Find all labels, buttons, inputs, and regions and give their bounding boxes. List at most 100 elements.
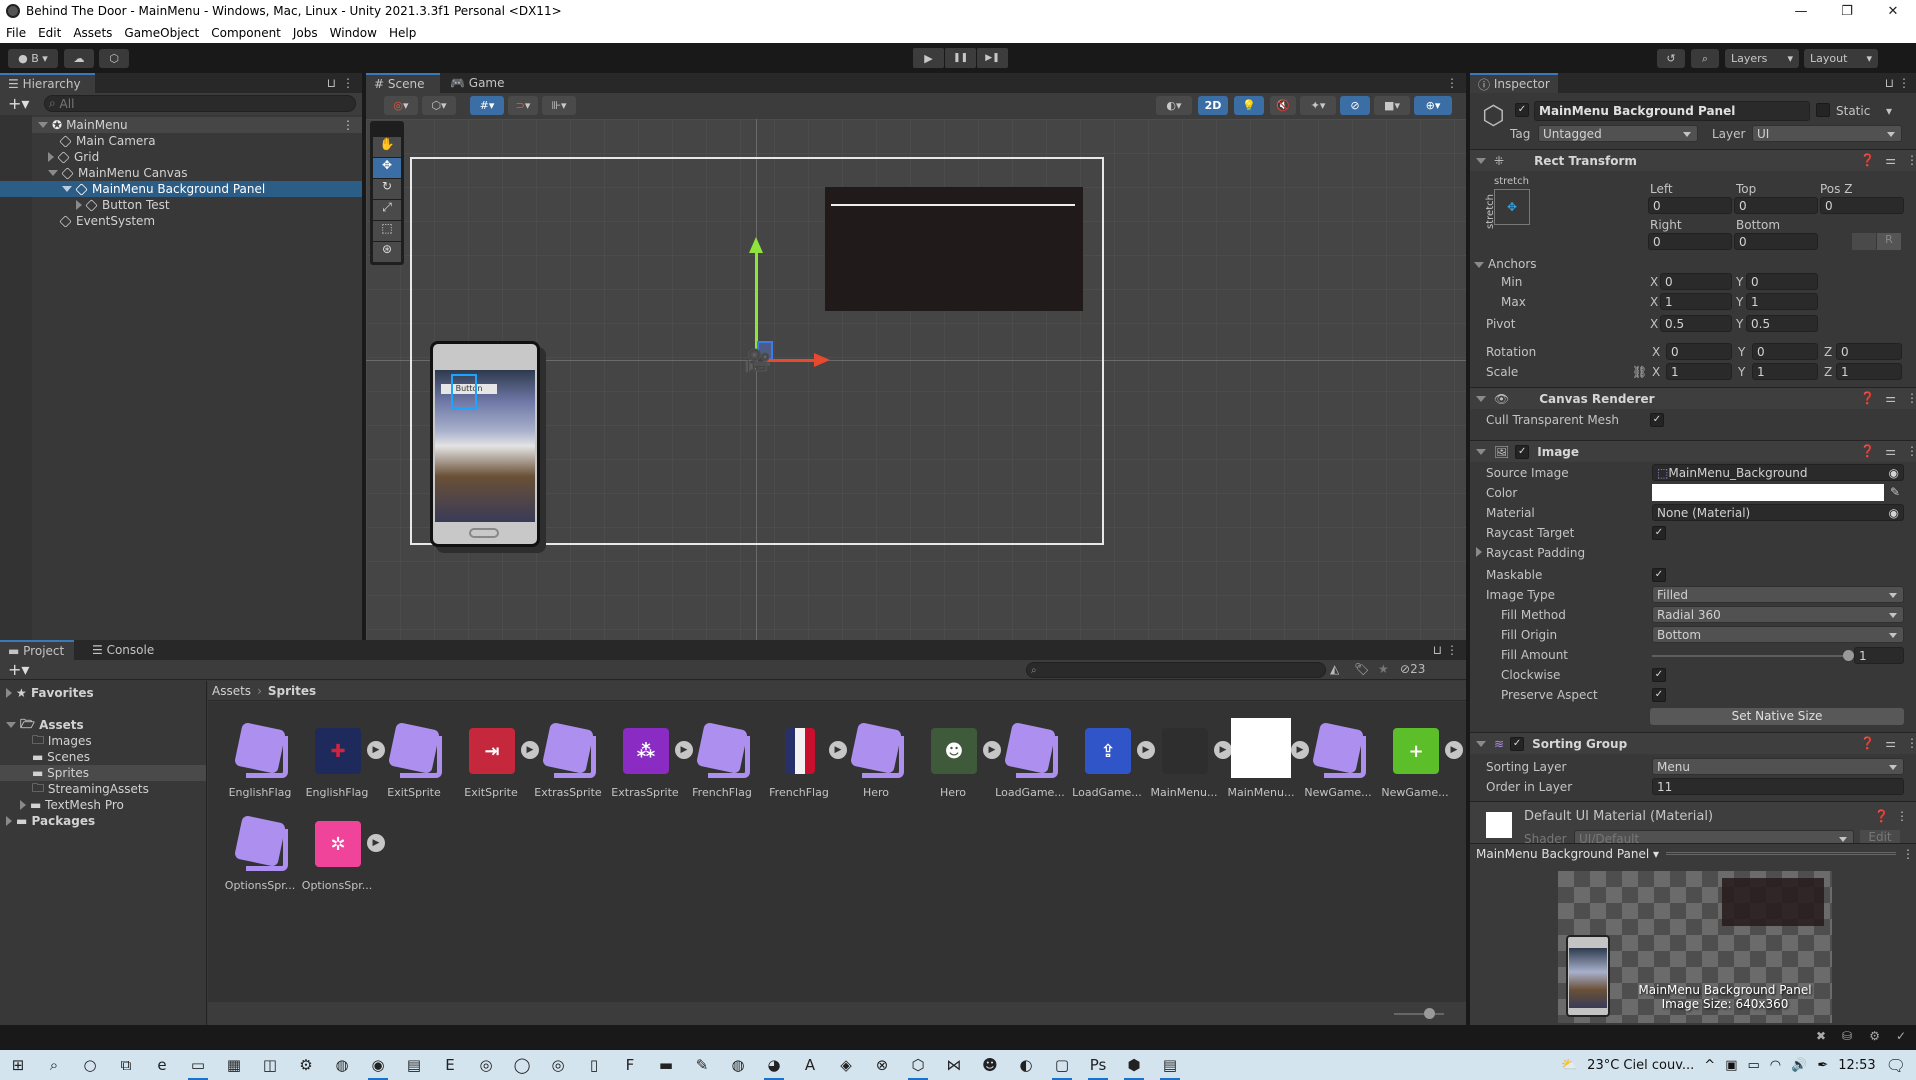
expand-arrow-icon[interactable]	[48, 170, 58, 176]
step-button[interactable]: ▶❚	[977, 48, 1008, 68]
tree-item-scenes[interactable]: ▬ Scenes	[32, 749, 90, 765]
hierarchy-item-eventsystem[interactable]: EventSystem	[59, 213, 155, 229]
more-menu-icon[interactable]: ⋮	[1906, 391, 1916, 405]
taskbar-cortana-icon[interactable]: ○	[72, 1050, 108, 1080]
asset-item[interactable]: NewGame...	[1298, 721, 1378, 799]
taskbar-news-icon[interactable]: ▤	[396, 1050, 432, 1080]
help-icon[interactable]: ❓	[1860, 153, 1875, 167]
image-enabled-checkbox[interactable]: ✓	[1515, 444, 1530, 459]
image-component-header[interactable]: 🖼 ✓ Image ❓ ⚌ ⋮	[1470, 440, 1916, 462]
help-icon[interactable]: ❓	[1860, 391, 1875, 405]
cloud-button[interactable]: ☁	[64, 49, 94, 68]
taskbar-epic-icon[interactable]: E	[432, 1050, 468, 1080]
notifications-icon[interactable]: 🗨	[1886, 1056, 1906, 1075]
asset-item[interactable]: ▶ FrenchFlag	[759, 722, 847, 799]
more-menu-icon[interactable]: ⋮	[1896, 809, 1908, 823]
pivot-x-input[interactable]: 0.5	[1660, 315, 1732, 332]
collapse-arrow-icon[interactable]	[1476, 395, 1486, 402]
more-menu-icon[interactable]: ⋮	[1906, 736, 1916, 750]
raycast-padding-foldout[interactable]: Raycast Padding	[1476, 546, 1585, 560]
more-menu-icon[interactable]: ⋮	[1906, 444, 1916, 458]
breadcrumb-sprites[interactable]: Sprites	[268, 684, 316, 698]
raw-edit-button[interactable]: R	[1877, 233, 1901, 250]
debug-off-icon[interactable]: ✖	[1816, 1029, 1826, 1043]
anchors-foldout[interactable]: Anchors	[1474, 257, 1537, 271]
audio-toggle[interactable]: 🔇	[1270, 96, 1296, 115]
icon-size-slider-thumb[interactable]	[1424, 1008, 1435, 1019]
minimize-button[interactable]: —	[1778, 0, 1824, 22]
clockwise-checkbox[interactable]: ✓	[1652, 668, 1666, 682]
asset-item[interactable]: ▶ MainMenu...	[1221, 718, 1309, 799]
taskbar-windows-icon[interactable]: ⊞	[0, 1050, 36, 1080]
2d-mode-toggle[interactable]: 2D	[1198, 96, 1228, 115]
preview-title-dropdown[interactable]: MainMenu Background Panel ▾	[1476, 847, 1659, 861]
fill-amount-input[interactable]: 1	[1854, 647, 1904, 664]
source-image-field[interactable]: ⬚ MainMenu_Background ◉	[1652, 464, 1904, 481]
wifi-icon[interactable]: ◠	[1770, 1058, 1781, 1073]
asset-item[interactable]: ExitSprite	[374, 721, 454, 799]
tree-item-packages[interactable]: ▬ Packages	[6, 813, 95, 829]
presets-icon[interactable]: ⚌	[1885, 736, 1896, 750]
scale-z-input[interactable]: 1	[1836, 363, 1902, 380]
tray-overflow-icon[interactable]: ^	[1704, 1058, 1715, 1073]
expand-arrow-icon[interactable]	[20, 800, 26, 810]
expand-arrow-icon[interactable]	[38, 122, 48, 128]
more-menu-icon[interactable]: ⋮	[342, 76, 354, 90]
scale-tool-button[interactable]: ⤢	[373, 200, 401, 220]
account-dropdown[interactable]: ● B ▾	[8, 49, 58, 68]
sorting-group-enabled-checkbox[interactable]: ✓	[1510, 736, 1525, 751]
asset-item[interactable]: ✲ ▶ OptionsSpr...	[297, 815, 385, 892]
taskbar-unity-hub-icon[interactable]: ⬡	[900, 1050, 936, 1080]
restore-button[interactable]: ❐	[1824, 0, 1870, 22]
taskbar-app-box-icon[interactable]: ▢	[1044, 1050, 1080, 1080]
rotation-y-input[interactable]: 0	[1752, 343, 1818, 360]
cache-server-icon[interactable]: ⛁	[1842, 1029, 1852, 1043]
hierarchy-item-button-test[interactable]: Button Test	[76, 197, 170, 213]
rect-transform-header[interactable]: ⁜ Rect Transform ❓ ⚌ ⋮	[1470, 149, 1916, 171]
search-button[interactable]: ⌕	[1691, 49, 1719, 68]
taskbar-unity-icon[interactable]: ⬢	[1116, 1050, 1152, 1080]
raycast-target-checkbox[interactable]: ✓	[1652, 526, 1666, 540]
tab-scene[interactable]: # Scene	[366, 73, 440, 93]
taskbar-monitor-icon[interactable]: ◫	[252, 1050, 288, 1080]
material-field[interactable]: None (Material) ◉	[1652, 504, 1904, 521]
preserve-aspect-checkbox[interactable]: ✓	[1652, 688, 1666, 702]
eyedropper-icon[interactable]: ✎	[1890, 485, 1900, 499]
increment-snap-dropdown[interactable]: ⊪ ▾	[542, 96, 576, 115]
menu-window[interactable]: Window	[324, 26, 383, 40]
taskbar-discord-icon[interactable]: ◕	[756, 1050, 792, 1080]
menu-help[interactable]: Help	[383, 26, 422, 40]
search-by-label-icon[interactable]: 🏷	[1354, 662, 1369, 676]
camera-gizmo-icon[interactable]: 🎥	[744, 349, 771, 374]
presets-icon[interactable]: ⚌	[1885, 153, 1896, 167]
hand-tool-button[interactable]: ✋	[373, 137, 401, 157]
order-in-layer-input[interactable]: 11	[1652, 778, 1904, 795]
asset-item[interactable]: LoadGame...	[990, 721, 1070, 799]
taskbar-folder-icon[interactable]: ▬	[648, 1050, 684, 1080]
bottom-input[interactable]: 0	[1734, 233, 1818, 250]
collapse-arrow-icon[interactable]	[1476, 157, 1486, 164]
menu-jobs[interactable]: Jobs	[287, 26, 324, 40]
lock-icon[interactable]: ⊔	[1885, 76, 1894, 90]
taskbar-app-translate-icon[interactable]: A	[792, 1050, 828, 1080]
active-checkbox[interactable]: ✓	[1515, 103, 1529, 117]
taskbar-github-icon[interactable]: ◐	[1008, 1050, 1044, 1080]
left-input[interactable]: 0	[1648, 197, 1732, 214]
asset-item[interactable]: ▶ MainMenu...	[1144, 722, 1232, 799]
taskbar-task-view-icon[interactable]: ⧉	[108, 1050, 144, 1080]
hierarchy-item-background-panel[interactable]: MainMenu Background Panel	[0, 181, 362, 197]
draw-mode-dropdown[interactable]: ◎ ▾	[384, 96, 418, 115]
asset-item[interactable]: ☻ ▶ Hero	[913, 722, 1001, 799]
expand-arrow-icon[interactable]	[6, 816, 12, 826]
weather-widget[interactable]: 23°C Ciel couv...	[1587, 1058, 1694, 1073]
set-native-size-button[interactable]: Set Native Size	[1650, 708, 1904, 725]
background-panel-sprite[interactable]	[825, 187, 1083, 311]
tree-item-favorites[interactable]: ★ Favorites	[6, 685, 94, 701]
layout-dropdown[interactable]: Layout ▾	[1804, 49, 1878, 68]
presets-icon[interactable]: ⚌	[1885, 444, 1896, 458]
fill-amount-slider-track[interactable]	[1652, 655, 1848, 657]
rotation-x-input[interactable]: 0	[1666, 343, 1732, 360]
static-dropdown-icon[interactable]: ▾	[1886, 104, 1892, 118]
asset-item[interactable]: ⁂ ▶ ExtrasSprite	[605, 722, 693, 799]
taskbar-gimp-icon[interactable]: ☻	[972, 1050, 1008, 1080]
